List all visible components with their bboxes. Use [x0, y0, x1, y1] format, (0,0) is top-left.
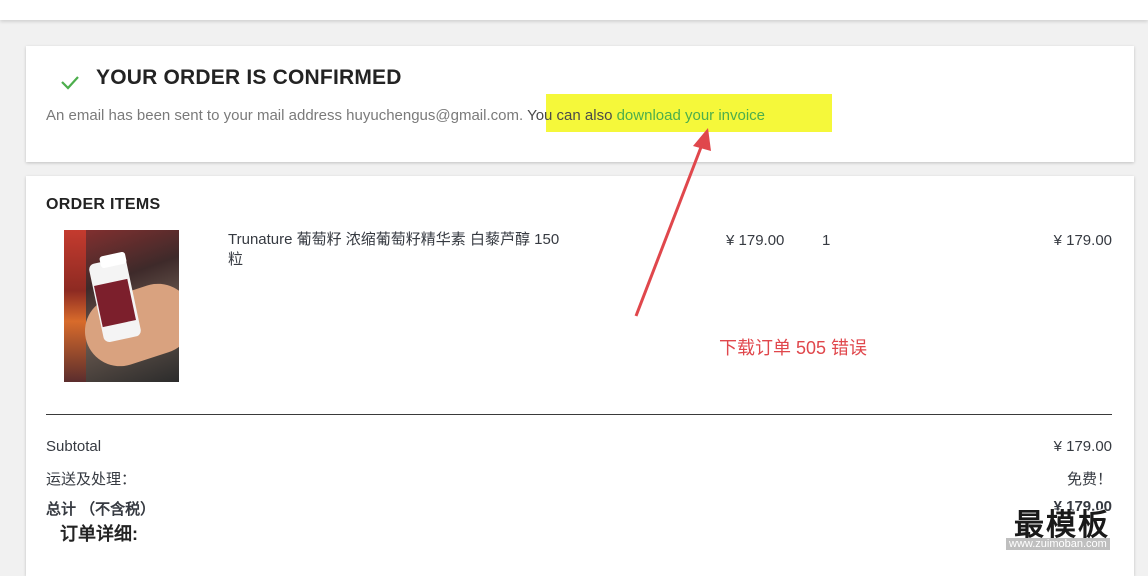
- email-sent-text: An email has been sent to your mail addr…: [46, 107, 524, 124]
- download-invoice-link[interactable]: download your invoice: [617, 107, 765, 124]
- confirmation-email-text: An email has been sent to your mail addr…: [46, 107, 765, 124]
- annotation-text: 下载订单 505 错误: [719, 338, 868, 358]
- total-label: 总计 （不含税）: [46, 501, 156, 518]
- product-unit-price: ¥ 179.00: [726, 232, 785, 249]
- check-icon: [61, 76, 79, 90]
- watermark-logo: 最模板 www.zuimoban.com: [1006, 500, 1132, 552]
- confirmation-title: YOUR ORDER IS CONFIRMED: [96, 66, 402, 89]
- shipping-label: 运送及处理：: [46, 471, 137, 488]
- order-details-heading: 订单详细:: [60, 524, 138, 544]
- subtotal-value: ¥ 179.00: [1053, 438, 1112, 455]
- totals-divider: [46, 414, 1112, 415]
- subtotal-label: Subtotal: [46, 438, 102, 455]
- top-header-bar: [0, 0, 1148, 20]
- product-name: Trunature 葡萄籽 浓缩葡萄籽精华素 白藜芦醇 150粒: [228, 231, 560, 268]
- watermark-url: www.zuimoban.com: [1006, 538, 1110, 550]
- order-items-title: ORDER ITEMS: [46, 196, 161, 213]
- order-confirmation-card: YOUR ORDER IS CONFIRMED An email has bee…: [26, 46, 1134, 162]
- product-quantity: 1: [822, 232, 831, 249]
- order-items-card: ORDER ITEMS Trunature 葡萄籽 浓缩葡萄籽精华素 白藜芦醇 …: [26, 176, 1134, 576]
- product-line-total: ¥ 179.00: [1053, 232, 1112, 249]
- also-text: You can also: [527, 107, 617, 124]
- shipping-value: 免费！: [1066, 471, 1112, 488]
- product-image: [64, 230, 179, 382]
